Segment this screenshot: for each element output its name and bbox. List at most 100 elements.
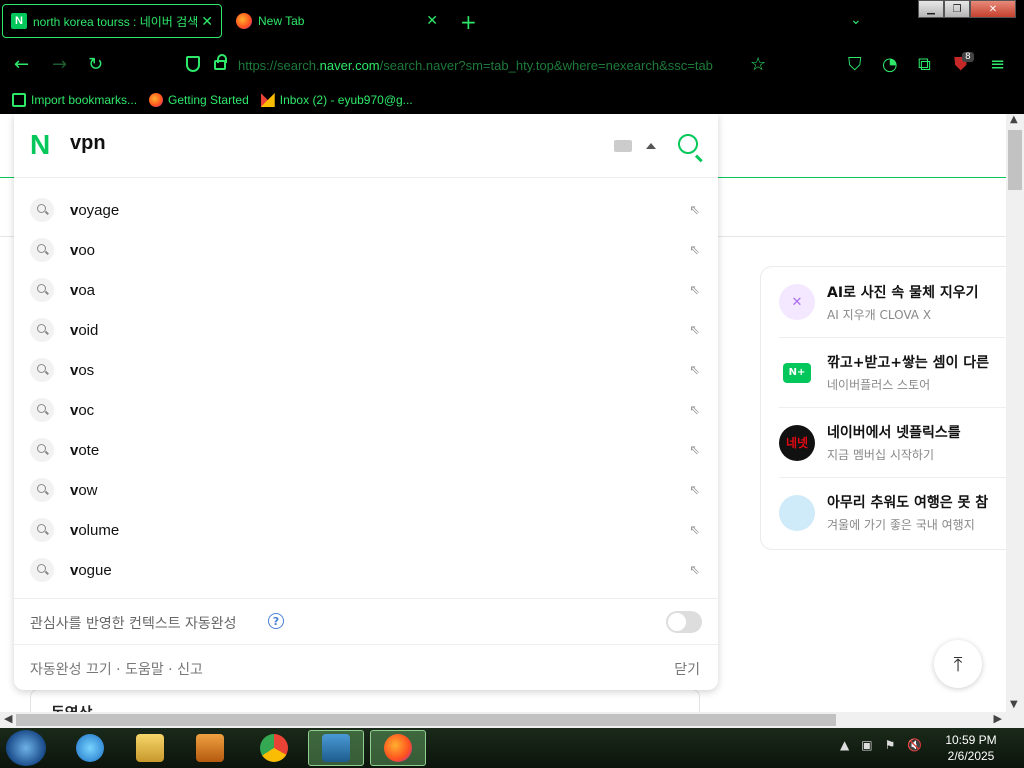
volume-muted-icon[interactable]: 🔇 (907, 738, 922, 752)
bookmark-inbox[interactable]: Inbox (2) - eyub970@g... (260, 93, 413, 107)
scroll-right-icon[interactable]: ▶ (994, 712, 1002, 725)
promo-item[interactable]: ✕ AI로 사진 속 물체 지우기 AI 지우개 CLOVA X (779, 267, 1006, 337)
autocomplete-footer-links[interactable]: 자동완성 끄기 · 도움말 · 신고 (30, 659, 203, 679)
scroll-down-icon[interactable]: ▼ (1010, 699, 1018, 710)
suggestion-item[interactable]: vote ⇖ (14, 430, 718, 470)
tab-list-chevron-icon[interactable]: ⌄ (850, 12, 862, 28)
suggestion-item[interactable]: voyage ⇖ (14, 190, 718, 230)
caret-up-icon[interactable] (646, 143, 656, 149)
promo-title: 깎고+받고+쌓는 셈이 다른 (827, 355, 990, 371)
horizontal-scrollbar[interactable]: ◀ ▶ (0, 712, 1006, 728)
search-suggestion-icon (30, 398, 54, 422)
suggestion-item[interactable]: vow ⇖ (14, 470, 718, 510)
fill-query-arrow-icon[interactable]: ⇖ (689, 363, 700, 378)
address-bar[interactable]: https://search. naver.com/search.naver?sm… (238, 52, 740, 78)
naver-logo[interactable]: N (30, 131, 54, 159)
suggestion-item[interactable]: voo ⇖ (14, 230, 718, 270)
promo-item[interactable]: N+ 깎고+받고+쌓는 셈이 다른 네이버플러스 스토어 (779, 337, 1006, 407)
taskbar-app-firefox[interactable] (370, 730, 426, 766)
scroll-left-icon[interactable]: ◀ (4, 712, 12, 725)
taskbar-app-media[interactable] (182, 730, 238, 766)
url-rest: /search.naver?sm=tab_hty.top&where=nexea… (379, 57, 713, 73)
bookmarks-bar: Import bookmarks... Getting Started Inbo… (0, 86, 1024, 114)
fill-query-arrow-icon[interactable]: ⇖ (689, 403, 700, 418)
window-close-icon[interactable]: ✕ (970, 0, 1016, 18)
bookmark-getting-started[interactable]: Getting Started (149, 93, 249, 107)
taskbar-app-ie[interactable] (62, 730, 118, 766)
minimize-icon[interactable]: ▁ (918, 0, 944, 18)
fill-query-arrow-icon[interactable]: ⇖ (689, 283, 700, 298)
context-autocomplete-toggle[interactable] (666, 611, 702, 633)
bookmark-import[interactable]: Import bookmarks... (12, 93, 137, 107)
maximize-icon[interactable]: ❐ (944, 0, 970, 18)
forward-arrow-icon[interactable]: → (52, 54, 67, 75)
promo-subtitle: 지금 멤버십 시작하기 (827, 448, 934, 462)
close-autocomplete-button[interactable]: 닫기 (674, 659, 700, 679)
gmail-icon (260, 93, 275, 107)
tab-new-tab[interactable]: New Tab ✕ (226, 4, 446, 38)
fill-query-arrow-icon[interactable]: ⇖ (689, 203, 700, 218)
search-suggestion-icon (30, 318, 54, 342)
suggestion-item[interactable]: voc ⇖ (14, 390, 718, 430)
suggestion-item[interactable]: vos ⇖ (14, 350, 718, 390)
network-icon[interactable]: ▣ (861, 738, 872, 752)
bookmark-star-icon[interactable]: ☆ (750, 54, 766, 75)
promo-item[interactable]: 네넷 네이버에서 넷플릭스를 지금 멤버십 시작하기 (779, 407, 1006, 477)
naver-plus-icon: N+ (783, 362, 811, 383)
search-suggestion-icon (30, 198, 54, 222)
suggestion-item[interactable]: void ⇖ (14, 310, 718, 350)
suggestion-item[interactable]: vogue ⇖ (14, 550, 718, 590)
url-prefix: https://search. (238, 57, 320, 73)
suggestion-text: vos (70, 361, 95, 379)
scroll-thumb[interactable] (1008, 130, 1022, 190)
close-tab-icon[interactable]: ✕ (201, 13, 213, 30)
extensions-puzzle-icon[interactable]: ⧉ (918, 54, 931, 75)
menu-hamburger-icon[interactable]: ≡ (990, 54, 1005, 75)
taskbar-app-chrome[interactable] (246, 730, 302, 766)
vertical-scrollbar[interactable]: ▲ ▼ (1006, 114, 1024, 712)
tab-title: north korea tourss : 네이버 검색 (33, 14, 199, 29)
tracking-shield-icon[interactable] (186, 56, 200, 72)
fill-query-arrow-icon[interactable]: ⇖ (689, 243, 700, 258)
context-autocomplete-label: 관심사를 반영한 컨텍스트 자동완성 (30, 616, 237, 632)
taskbar-app-explorer[interactable] (122, 730, 178, 766)
fill-query-arrow-icon[interactable]: ⇖ (689, 443, 700, 458)
fill-query-arrow-icon[interactable]: ⇖ (689, 523, 700, 538)
scroll-to-top-button[interactable]: ⤒ (934, 640, 982, 688)
flag-icon[interactable]: ⚑ (885, 738, 896, 752)
help-icon[interactable]: ? (268, 613, 284, 629)
suggestion-item[interactable]: volume ⇖ (14, 510, 718, 550)
video-section: 동영상 (30, 689, 700, 712)
tray-expand-icon[interactable]: ▲ (840, 738, 849, 752)
fill-query-arrow-icon[interactable]: ⇖ (689, 483, 700, 498)
search-suggestion-icon (30, 278, 54, 302)
keyboard-icon[interactable] (614, 140, 632, 152)
suggestion-item[interactable]: voa ⇖ (14, 270, 718, 310)
firefox-icon (384, 734, 412, 762)
timer-icon[interactable]: ◔ (882, 54, 898, 75)
tab-naver-search[interactable]: N north korea tourss : 네이버 검색 ✕ (2, 4, 222, 38)
autocomplete-footer: 자동완성 끄기 · 도움말 · 신고 닫기 (14, 644, 718, 690)
scroll-up-icon[interactable]: ▲ (1010, 114, 1018, 125)
fill-query-arrow-icon[interactable]: ⇖ (689, 563, 700, 578)
promo-item[interactable]: 아무리 추워도 여행은 못 참 겨울에 가기 좋은 국내 여행지 (779, 477, 1006, 547)
search-icon[interactable] (678, 134, 698, 154)
video-section-title: 동영상 (51, 702, 92, 712)
new-tab-plus-icon[interactable]: + (460, 10, 477, 34)
context-autocomplete-row: 관심사를 반영한 컨텍스트 자동완성 ? (14, 598, 718, 644)
reload-icon[interactable]: ↻ (88, 54, 103, 75)
taskbar-clock[interactable]: 10:59 PM 2/6/2025 (936, 732, 1006, 764)
close-tab-icon[interactable]: ✕ (426, 12, 438, 29)
start-button[interactable] (6, 730, 46, 766)
clova-icon: ✕ (779, 284, 815, 320)
search-input[interactable]: vpn (70, 132, 106, 155)
scroll-thumb[interactable] (16, 714, 836, 726)
promo-subtitle: 네이버플러스 스토어 (827, 378, 931, 392)
lock-icon[interactable] (214, 54, 227, 70)
suggestion-text: volume (70, 521, 120, 539)
back-arrow-icon[interactable]: ← (14, 54, 29, 75)
fill-query-arrow-icon[interactable]: ⇖ (689, 323, 700, 338)
search-suggestion-icon (30, 518, 54, 542)
taskbar-app-vm[interactable] (308, 730, 364, 766)
pocket-icon[interactable]: ⛉ (848, 54, 862, 75)
